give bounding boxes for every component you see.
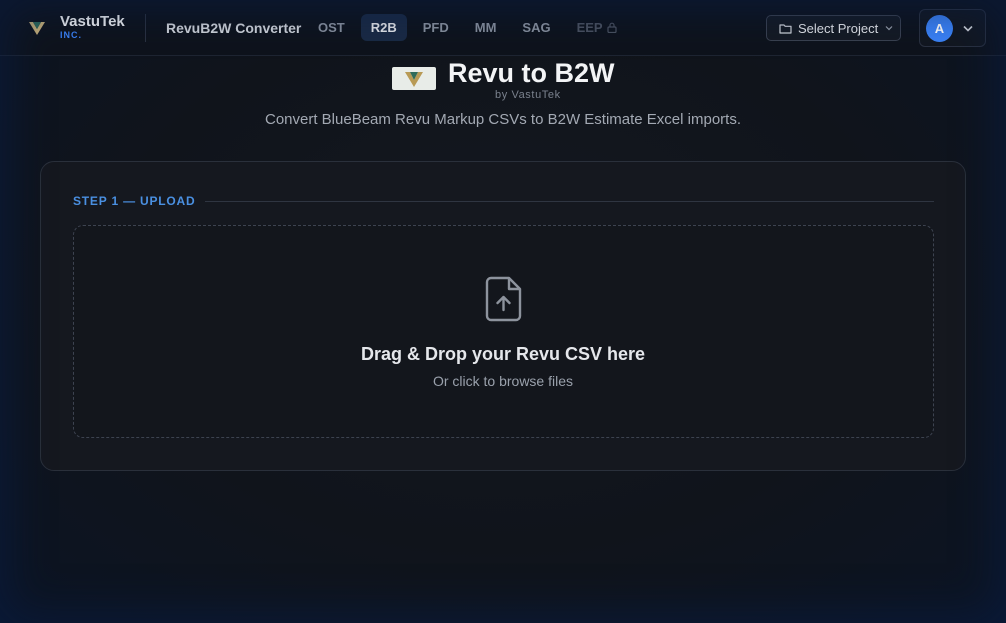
tab-sag[interactable]: SAG bbox=[512, 14, 560, 41]
chevron-down-icon bbox=[885, 26, 893, 31]
app-title: RevuB2W Converter bbox=[166, 20, 302, 36]
lock-icon bbox=[607, 22, 617, 33]
tab-eep: EEP bbox=[567, 14, 627, 41]
tab-eep-label: EEP bbox=[576, 20, 603, 35]
brand-sub: INC. bbox=[60, 30, 82, 40]
step-header: STEP 1 — UPLOAD bbox=[73, 194, 934, 208]
top-nav: VastuTek INC. RevuB2W Converter OST R2B … bbox=[0, 0, 1006, 56]
brand[interactable]: VastuTek INC. bbox=[28, 14, 125, 40]
tab-r2b[interactable]: R2B bbox=[360, 14, 407, 41]
revu-b2w-logo bbox=[392, 67, 436, 90]
select-project-label: Select Project bbox=[798, 20, 879, 36]
app-frame: VastuTek INC. RevuB2W Converter OST R2B … bbox=[0, 0, 1006, 623]
upload-card: STEP 1 — UPLOAD Drag & Drop your Revu CS… bbox=[40, 161, 966, 471]
folder-icon bbox=[779, 23, 792, 34]
step-label: STEP 1 — UPLOAD bbox=[73, 194, 196, 208]
user-menu-button[interactable]: A bbox=[919, 9, 986, 47]
browse-files-link[interactable]: Or click to browse files bbox=[74, 373, 932, 389]
csv-dropzone[interactable]: Drag & Drop your Revu CSV here Or click … bbox=[73, 225, 934, 438]
tab-ost[interactable]: OST bbox=[308, 14, 355, 41]
page-title: Revu to B2W bbox=[448, 58, 615, 88]
avatar: A bbox=[926, 14, 953, 42]
page-byline: by VastuTek bbox=[495, 89, 561, 101]
select-project-button[interactable]: Select Project bbox=[766, 15, 901, 41]
app-logo-icon bbox=[405, 71, 423, 87]
file-upload-icon bbox=[485, 276, 522, 322]
vastutek-logo-icon bbox=[29, 22, 45, 35]
tab-mm[interactable]: MM bbox=[465, 14, 507, 41]
dropzone-title: Drag & Drop your Revu CSV here bbox=[360, 344, 646, 364]
brand-name: VastuTek bbox=[60, 13, 125, 30]
step-divider bbox=[205, 200, 934, 202]
chevron-down-icon bbox=[963, 25, 973, 32]
tab-pfd[interactable]: PFD bbox=[413, 14, 459, 41]
nav-divider bbox=[145, 14, 146, 42]
page-description: Convert BlueBeam Revu Markup CSVs to B2W… bbox=[264, 111, 741, 128]
module-tabs: OST R2B PFD MM SAG EEP bbox=[308, 14, 627, 41]
